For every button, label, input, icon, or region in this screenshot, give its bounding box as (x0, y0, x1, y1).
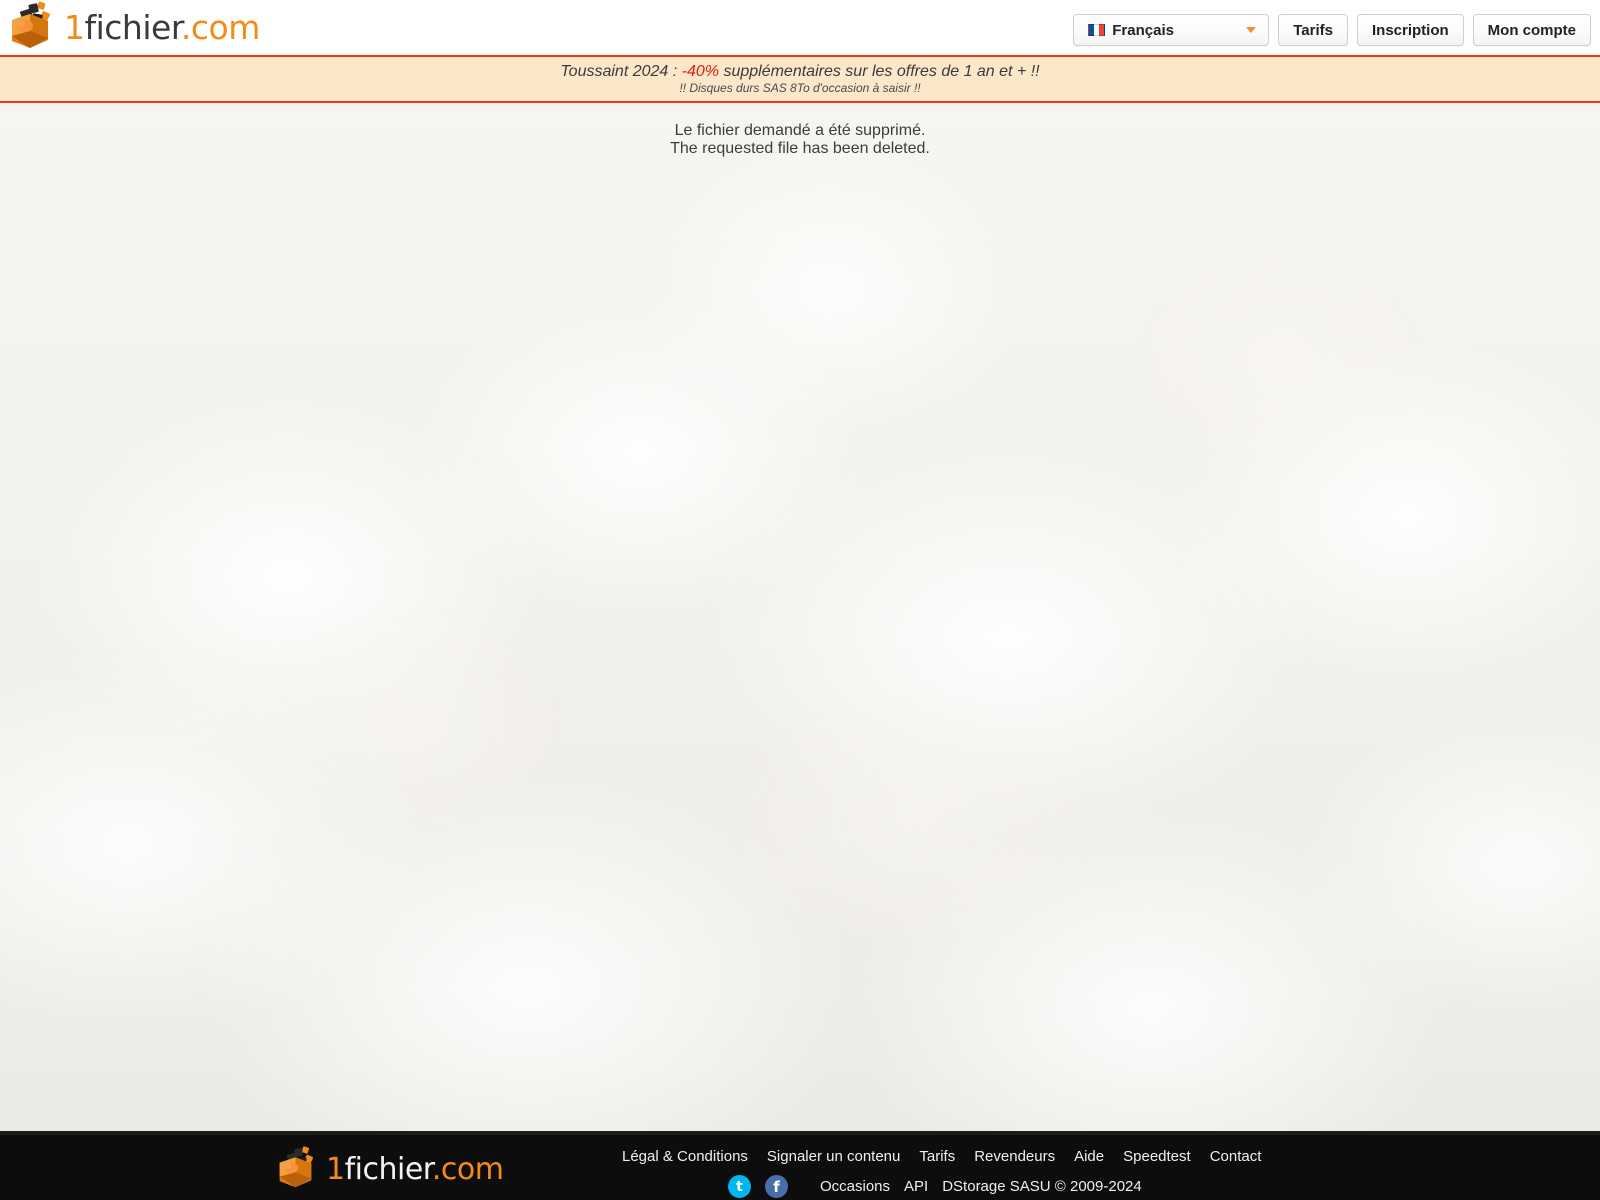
language-selector-label: Français (1112, 21, 1174, 39)
page-root: 1fichier.com Français Tarifs Inscription… (0, 0, 1600, 1200)
footer-links-row-2: t f Occasions API DStorage SASU © 2009-2… (728, 1175, 1142, 1198)
header-logo[interactable]: 1fichier.com (8, 0, 260, 55)
footer-link-revendeurs[interactable]: Revendeurs (974, 1148, 1055, 1165)
footer-logo-text-com: com (440, 1151, 504, 1187)
promo-discount-percent: -40% (681, 63, 719, 80)
main-content: Le fichier demandé a été supprimé. The r… (0, 105, 1600, 158)
file-deleted-message-fr: Le fichier demandé a été supprimé. (674, 122, 926, 139)
mon-compte-button[interactable]: Mon compte (1472, 14, 1591, 46)
header-logo-wordmark: 1fichier.com (64, 11, 260, 44)
footer-link-tarifs[interactable]: Tarifs (919, 1148, 955, 1165)
site-header: 1fichier.com Français Tarifs Inscription… (0, 0, 1600, 55)
logo-text-1: 1 (64, 7, 85, 47)
box-logo-icon (275, 1145, 323, 1194)
footer-logo-text-1: 1 (326, 1151, 345, 1187)
file-deleted-message-en: The requested file has been deleted. (670, 140, 930, 157)
header-actions: Français Tarifs Inscription Mon compte (1073, 14, 1591, 46)
footer-logo-wordmark: 1fichier.com (326, 1151, 504, 1187)
site-footer: 1fichier.com Légal & Conditions Signaler… (0, 1131, 1600, 1200)
chevron-down-icon (1246, 27, 1257, 33)
logo-text-com: com (190, 7, 260, 47)
box-logo-icon (8, 0, 60, 55)
tarifs-button[interactable]: Tarifs (1278, 14, 1348, 46)
promo-banner-line2: !! Disques durs SAS 8To d'occasion à sai… (679, 81, 921, 95)
facebook-icon[interactable]: f (765, 1175, 788, 1198)
twitter-icon[interactable]: t (728, 1175, 751, 1198)
footer-link-api[interactable]: API (904, 1178, 928, 1195)
logo-text-dot: . (180, 7, 192, 47)
logo-text-fichier: fichier (84, 7, 182, 47)
cloud-background-image (0, 105, 1600, 1131)
language-selector[interactable]: Français (1073, 14, 1270, 46)
promo-banner-line1: Toussaint 2024 : -40% supplémentaires su… (0, 62, 1600, 81)
footer-links-row-1: Légal & Conditions Signaler un contenu T… (622, 1148, 1261, 1165)
footer-link-signaler-un-contenu[interactable]: Signaler un contenu (767, 1148, 900, 1165)
promo-prefix: Toussaint 2024 : (560, 63, 682, 80)
footer-link-legal-conditions[interactable]: Légal & Conditions (622, 1148, 748, 1165)
footer-logo[interactable]: 1fichier.com (275, 1145, 504, 1194)
inscription-button[interactable]: Inscription (1356, 14, 1464, 46)
footer-copyright: DStorage SASU © 2009-2024 (942, 1178, 1142, 1195)
footer-logo-text-fichier: fichier (344, 1151, 433, 1187)
footer-link-aide[interactable]: Aide (1074, 1148, 1104, 1165)
flag-france-icon (1088, 24, 1106, 36)
promo-banner[interactable]: Toussaint 2024 : -40% supplémentaires su… (0, 55, 1600, 103)
footer-link-contact[interactable]: Contact (1210, 1148, 1262, 1165)
promo-suffix: supplémentaires sur les offres de 1 an e… (719, 63, 1040, 80)
footer-logo-text-dot: . (431, 1151, 442, 1187)
footer-link-occasions[interactable]: Occasions (820, 1178, 890, 1195)
footer-link-speedtest[interactable]: Speedtest (1123, 1148, 1191, 1165)
